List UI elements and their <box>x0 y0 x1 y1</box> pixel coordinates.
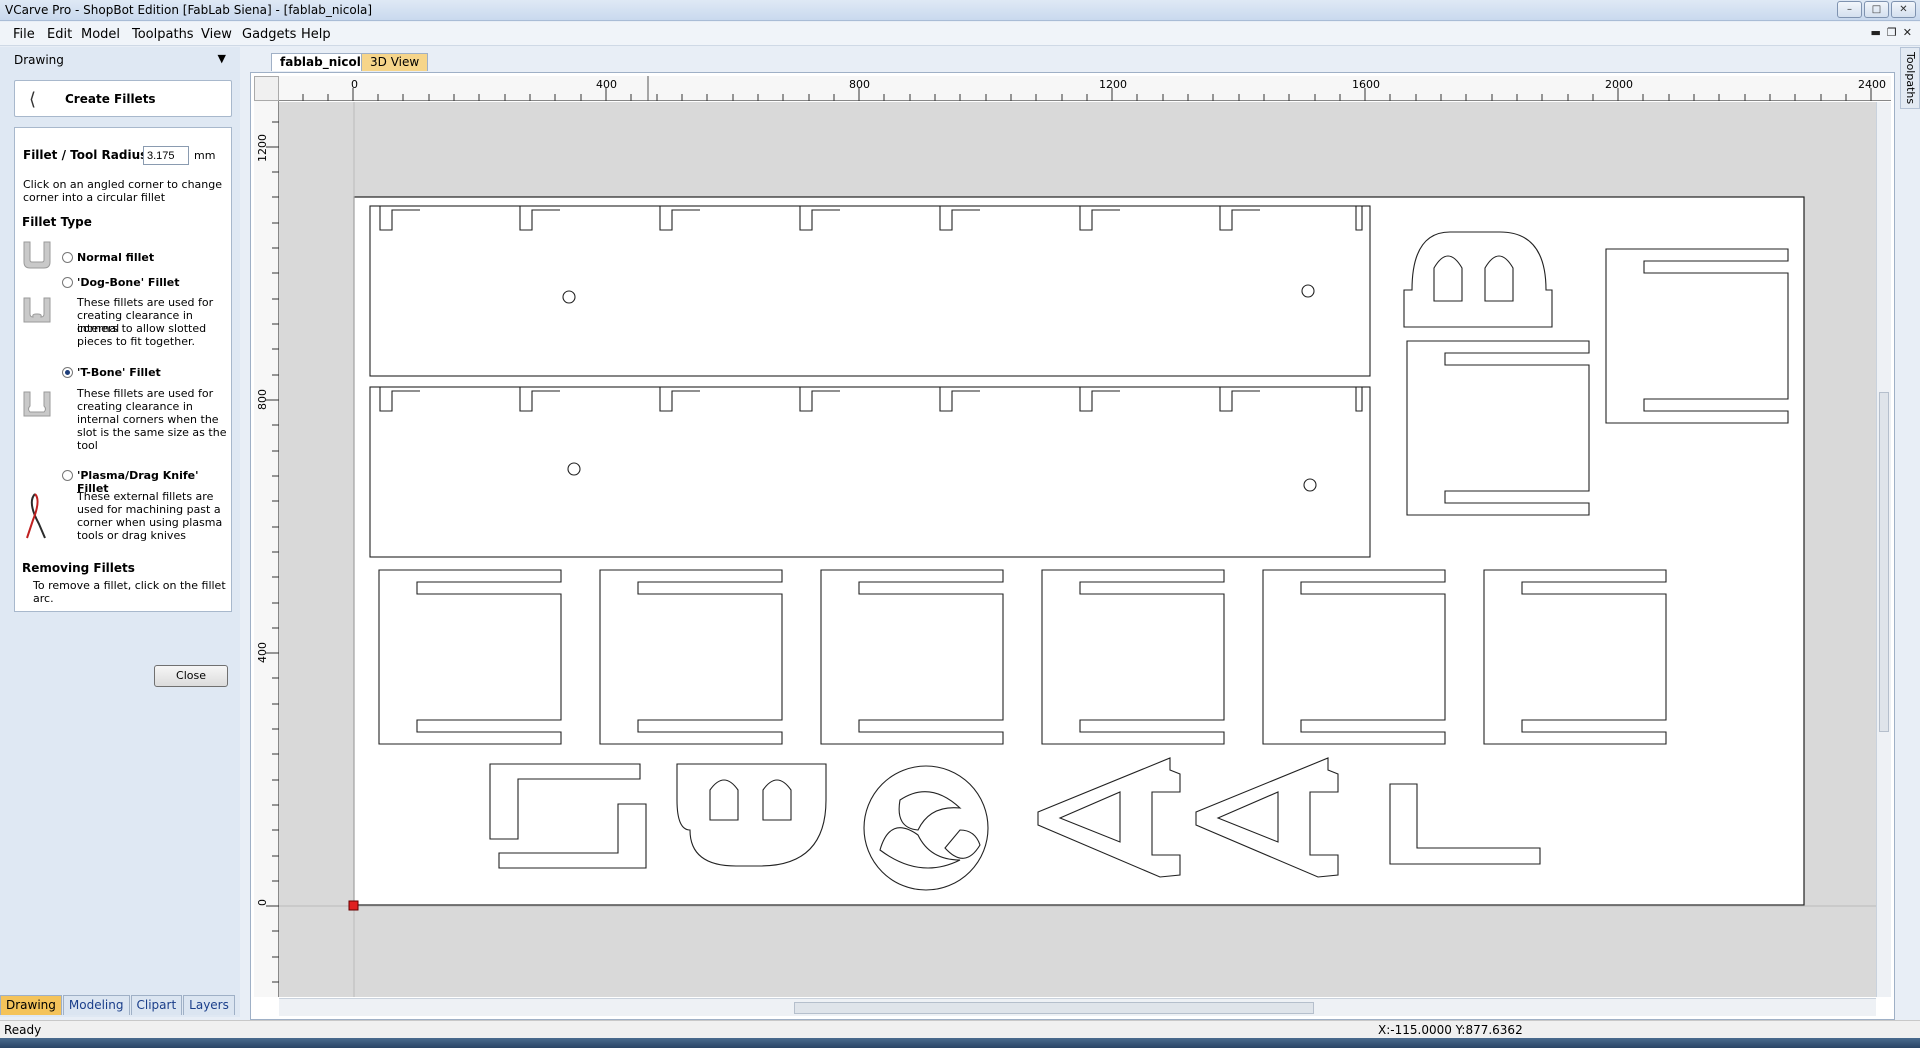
plasma-desc-2: used for machining past a <box>77 503 221 516</box>
ruler-corner[interactable] <box>254 76 279 101</box>
normal-fillet-radio[interactable] <box>62 252 73 263</box>
menu-help[interactable]: Help <box>301 27 331 42</box>
intro-line-2: corner into a circular fillet <box>23 191 166 204</box>
ruler-top-ticks <box>302 76 1872 101</box>
tbone-fillet-icon <box>23 391 51 417</box>
removing-desc: To remove a fillet, click on the fillet … <box>33 579 226 605</box>
close-button[interactable]: Close <box>154 665 228 687</box>
minimize-icon[interactable]: – <box>1837 1 1862 18</box>
ruler-top-label-1600: 1600 <box>1352 78 1380 91</box>
drawing-panel: Drawing ▼ ⟨ Create Fillets Fillet / Tool… <box>0 47 240 1017</box>
plasma-desc-3: corner when using plasma <box>77 516 223 529</box>
menu-edit[interactable]: Edit <box>47 27 72 42</box>
mdi-close-icon[interactable]: ✕ <box>1903 26 1912 39</box>
mdi-restore-icon[interactable]: ❐ <box>1887 26 1897 39</box>
ruler-left-ticks <box>266 121 279 983</box>
maximize-icon[interactable]: □ <box>1864 1 1889 18</box>
menu-gadgets[interactable]: Gadgets <box>242 27 296 42</box>
window-title: VCarve Pro - ShopBot Edition [FabLab Sie… <box>5 3 373 17</box>
plasma-fillet-radio[interactable] <box>62 470 73 481</box>
ruler-left-label-400: 400 <box>256 642 269 663</box>
normal-fillet-label[interactable]: Normal fillet <box>77 251 154 264</box>
vector-drawing[interactable] <box>279 102 1876 997</box>
dogbone-desc-1: These fillets are used for <box>77 296 214 309</box>
tab-layers[interactable]: Layers <box>183 995 235 1015</box>
mdi-minimize-icon[interactable]: ▬ <box>1871 26 1881 39</box>
dogbone-fillet-label[interactable]: 'Dog-Bone' Fillet <box>77 276 179 289</box>
plasma-desc-4: tools or drag knives <box>77 529 186 542</box>
origin-marker <box>348 900 359 911</box>
ruler-top: 0 400 800 1200 1600 2000 2400 <box>279 76 1891 101</box>
ruler-top-label-800: 800 <box>849 78 870 91</box>
status-ready: Ready <box>4 1023 42 1037</box>
drawing-canvas[interactable] <box>279 102 1876 997</box>
radius-unit: mm <box>194 149 216 162</box>
dogbone-fillet-icon <box>23 297 51 323</box>
ruler-left-label-800: 800 <box>256 389 269 410</box>
cursor-coordinates: X:-115.0000 Y:877.6362 <box>1378 1023 1523 1037</box>
tbone-desc-4: slot is the same size as the <box>77 426 227 439</box>
menu-file[interactable]: File <box>13 27 35 42</box>
ruler-left-label-0: 0 <box>256 899 269 906</box>
ruler-top-label-400: 400 <box>596 78 617 91</box>
removing-heading: Removing Fillets <box>22 561 135 575</box>
ruler-top-label-2000: 2000 <box>1605 78 1633 91</box>
tbone-desc-3: internal corners when the <box>77 413 219 426</box>
dogbone-desc-4: pieces to fit together. <box>77 335 195 348</box>
tbone-fillet-radio[interactable] <box>62 367 73 378</box>
dogbone-desc-3: corners to allow slotted <box>77 322 207 335</box>
fillet-type-heading: Fillet Type <box>22 215 92 229</box>
toolpaths-dock-tab[interactable]: Toolpaths <box>1900 47 1920 109</box>
vertical-scrollbar[interactable] <box>1876 102 1891 997</box>
tool-title: Create Fillets <box>65 92 156 106</box>
ruler-left: 1200 800 400 0 <box>254 101 279 997</box>
pin-icon[interactable]: ▼ <box>218 52 226 65</box>
menu-toolpaths[interactable]: Toolpaths <box>132 27 194 42</box>
panel-tabs: Drawing Modeling Clipart Layers <box>0 995 236 1017</box>
plasma-fillet-icon <box>26 493 46 539</box>
close-icon[interactable]: ✕ <box>1891 1 1916 18</box>
dogbone-fillet-radio[interactable] <box>62 277 73 288</box>
material-sheet <box>353 196 1805 906</box>
ruler-top-label-0: 0 <box>351 78 358 91</box>
ruler-left-label-1200: 1200 <box>256 134 269 162</box>
tab-drawing[interactable]: Drawing <box>0 995 62 1015</box>
menu-view[interactable]: View <box>201 27 232 42</box>
fillet-form: Fillet / Tool Radius: mm Click on an ang… <box>14 127 232 612</box>
horizontal-scroll-thumb[interactable] <box>794 1002 1314 1014</box>
tbone-fillet-label[interactable]: 'T-Bone' Fillet <box>77 366 161 379</box>
tbone-desc-5: tool <box>77 439 98 452</box>
tbone-desc-2: creating clearance in <box>77 400 193 413</box>
status-bar: Ready X:-115.0000 Y:877.6362 <box>0 1020 1920 1038</box>
plasma-desc-1: These external fillets are <box>77 490 214 503</box>
toolpaths-dock-label: Toolpaths <box>1904 52 1917 105</box>
tab-modeling[interactable]: Modeling <box>62 995 130 1015</box>
os-taskbar <box>0 1038 1920 1048</box>
intro-line-1: Click on an angled corner to change <box>23 178 222 191</box>
fillet-tool-icon: ⟨ <box>29 89 37 110</box>
tbone-desc-1: These fillets are used for <box>77 387 214 400</box>
horizontal-scrollbar[interactable] <box>279 998 1876 1016</box>
menu-bar: File Edit Model Toolpaths View Gadgets H… <box>0 22 1920 46</box>
radius-label: Fillet / Tool Radius: <box>23 148 153 162</box>
radius-input[interactable] <box>143 146 189 165</box>
normal-fillet-icon <box>23 241 51 269</box>
title-bar: VCarve Pro - ShopBot Edition [FabLab Sie… <box>0 0 1920 21</box>
tab-3d-view[interactable]: 3D View <box>361 53 429 71</box>
ruler-top-label-1200: 1200 <box>1099 78 1127 91</box>
ruler-top-label-2400: 2400 <box>1858 78 1886 91</box>
panel-title: Drawing <box>14 53 64 67</box>
vertical-scroll-thumb[interactable] <box>1879 392 1889 732</box>
tab-clipart[interactable]: Clipart <box>130 995 183 1015</box>
tool-header: ⟨ Create Fillets <box>14 80 232 117</box>
menu-model[interactable]: Model <box>81 27 120 42</box>
